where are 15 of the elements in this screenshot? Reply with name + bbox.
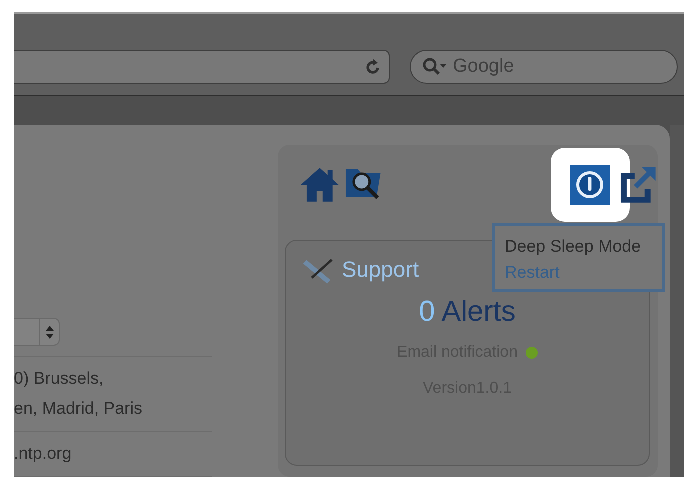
setting-value: 0) Brussels, <box>14 368 105 390</box>
address-bar[interactable] <box>14 50 390 84</box>
search-icon <box>422 57 448 77</box>
stepper-arrows-icon <box>46 326 54 338</box>
search-field[interactable]: Google <box>410 50 678 84</box>
external-link-icon[interactable] <box>618 165 658 205</box>
support-title[interactable]: Support <box>342 253 420 286</box>
setting-value: en, Madrid, Paris <box>14 398 144 420</box>
power-button-icon[interactable] <box>570 165 610 205</box>
setting-value: .ntp.org <box>14 443 73 465</box>
reload-icon[interactable] <box>365 58 381 76</box>
restart-link[interactable]: Restart <box>505 260 560 286</box>
menu-text: Deep Sleep Mode <box>505 236 642 258</box>
select-control[interactable] <box>14 318 60 346</box>
alerts-count: 0 Alerts <box>419 298 516 327</box>
